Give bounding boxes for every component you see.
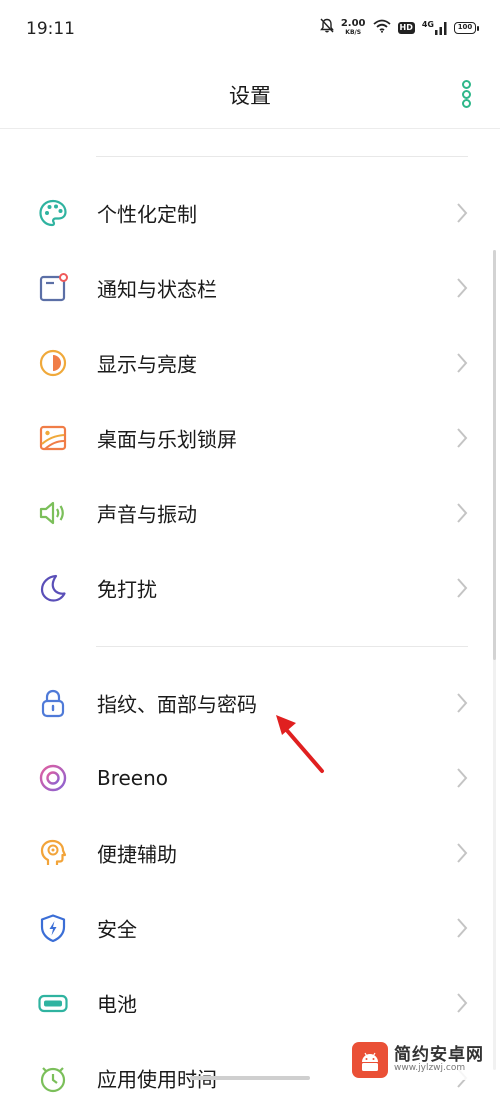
watermark-name: 简约安卓网: [394, 1044, 484, 1065]
more-dot-icon: [461, 89, 471, 99]
chevron-right-icon: [456, 277, 468, 299]
chevron-right-icon: [456, 692, 468, 714]
settings-item-label: 免打扰: [97, 577, 157, 602]
settings-item-label: 通知与状态栏: [97, 277, 217, 302]
notification-icon: [37, 272, 69, 304]
status-icons: 2.00 KB/S HD 4G 100: [319, 18, 479, 37]
wifi-icon: [372, 18, 391, 37]
settings-item-notifications[interactable]: 通知与状态栏: [0, 251, 500, 325]
network-speed-unit: KB/S: [345, 29, 362, 36]
settings-item-label: 指纹、面部与密码: [97, 692, 257, 717]
settings-item-security[interactable]: 安全: [0, 891, 500, 965]
network-speed: 2.00 KB/S: [341, 19, 366, 36]
annotation-arrow-icon: [270, 705, 330, 775]
settings-item-home-lockscreen[interactable]: 桌面与乐划锁屏: [0, 401, 500, 475]
battery-level: 100: [457, 23, 473, 31]
more-dot-icon: [461, 80, 471, 89]
settings-item-do-not-disturb[interactable]: 免打扰: [0, 551, 500, 625]
watermark-url: www.jylzwj.com: [394, 1063, 466, 1074]
settings-item-label: Breeno: [97, 766, 169, 790]
clock-icon: [37, 1062, 69, 1094]
settings-item-fingerprint-face-password[interactable]: 指纹、面部与密码: [0, 666, 500, 740]
settings-item-label: 显示与亮度: [97, 352, 197, 377]
chevron-right-icon: [456, 352, 468, 374]
chevron-right-icon: [456, 577, 468, 599]
gesture-bar[interactable]: [190, 1076, 310, 1080]
network-speed-value: 2.00: [340, 18, 366, 29]
lock-icon: [37, 687, 69, 719]
settings-item-label: 电池: [97, 992, 137, 1017]
watermark: 简约安卓网 www.jylzwj.com: [348, 1040, 488, 1080]
speaker-icon: [37, 497, 69, 529]
palette-icon: [37, 197, 69, 229]
settings-item-label: 桌面与乐划锁屏: [97, 427, 237, 452]
section-divider: [96, 156, 468, 157]
wallpaper-icon: [37, 422, 69, 454]
hd-badge: HD: [397, 21, 415, 34]
settings-item-accessibility[interactable]: 便捷辅助: [0, 816, 500, 890]
chevron-right-icon: [456, 202, 468, 224]
android-logo-icon: [352, 1042, 388, 1078]
header: 设置: [0, 60, 500, 129]
page-title: 设置: [229, 84, 271, 108]
mute-bell-icon: [319, 18, 334, 37]
brightness-icon: [37, 347, 69, 379]
settings-item-sound-vibration[interactable]: 声音与振动: [0, 476, 500, 550]
settings-item-personalization[interactable]: 个性化定制: [0, 176, 500, 250]
moon-icon: [37, 572, 69, 604]
settings-item-label: 安全: [97, 917, 137, 942]
section-divider: [96, 646, 468, 647]
chevron-right-icon: [456, 427, 468, 449]
settings-item-label: 个性化定制: [97, 202, 197, 227]
settings-item-breeno[interactable]: Breeno: [0, 741, 500, 815]
settings-item-label: 声音与振动: [97, 502, 197, 527]
status-time: 19:11: [26, 19, 75, 39]
watermark-text: 简约安卓网 www.jylzwj.com: [394, 1046, 484, 1075]
assist-head-icon: [37, 837, 69, 869]
battery-indicator: 100: [454, 21, 479, 34]
settings-item-battery[interactable]: 电池: [0, 966, 500, 1040]
battery-icon: [37, 987, 69, 1019]
settings-item-display[interactable]: 显示与亮度: [0, 326, 500, 400]
chevron-right-icon: [456, 767, 468, 789]
chevron-right-icon: [456, 917, 468, 939]
chevron-right-icon: [456, 992, 468, 1014]
chevron-right-icon: [456, 502, 468, 524]
more-options-button[interactable]: [460, 80, 472, 108]
breeno-icon: [37, 762, 69, 794]
network-type-label: 4G: [421, 19, 434, 29]
settings-item-label: 便捷辅助: [97, 842, 177, 867]
scrollbar-thumb[interactable]: [493, 250, 496, 660]
chevron-right-icon: [456, 842, 468, 864]
status-bar: 19:11 2.00 KB/S HD 4G 100: [0, 0, 500, 60]
more-dot-icon: [461, 99, 471, 108]
shield-icon: [37, 912, 69, 944]
signal-icon: 4G: [421, 19, 447, 35]
